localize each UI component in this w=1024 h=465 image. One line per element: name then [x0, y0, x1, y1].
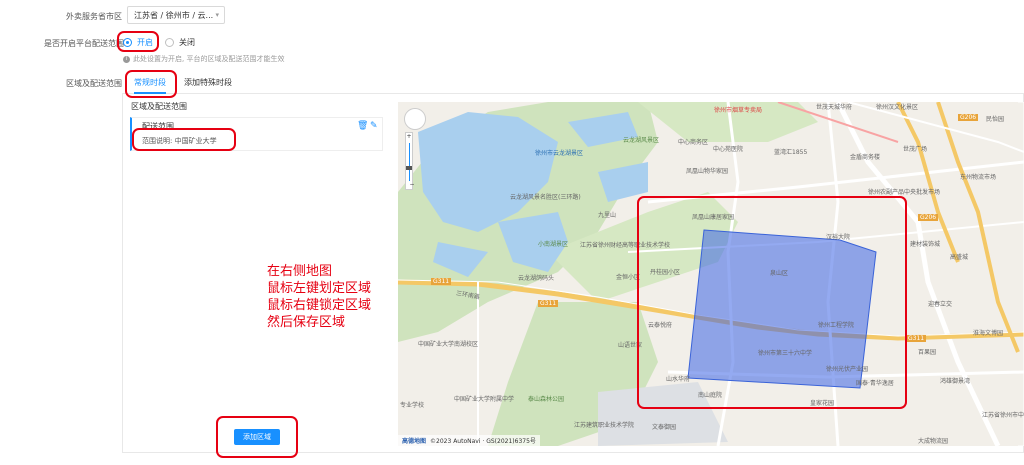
map-label: 江苏省徐州财经高等职业技术学校 — [580, 242, 671, 249]
zoom-out-icon[interactable]: − — [409, 181, 415, 189]
info-icon: i — [123, 55, 130, 63]
map-label: 山语世家 — [618, 342, 643, 349]
region-select-value: 江苏省 / 徐州市 / 云... — [134, 11, 214, 20]
map-label: 中国矿业大学附属中学 — [454, 396, 515, 403]
platform-range-label: 是否开启平台配送范围 — [44, 39, 124, 48]
map-label: 徐州市烟草专卖局 — [714, 107, 763, 114]
map-copyright-text: ©2023 AutoNavi · GS(2021)6375号 — [430, 438, 536, 445]
map-label: 徐州汉文化景区 — [876, 104, 919, 111]
card-desc: 范围说明: 中国矿业大学 — [142, 137, 217, 145]
map-label: 金盾商务楼 — [850, 154, 881, 161]
map-label: 鸿雄御景湾 — [940, 378, 971, 385]
map-label: 小南湖景区 — [538, 241, 569, 248]
map-label: 迎春立交 — [928, 301, 953, 308]
radio-enable-label: 开启 — [137, 38, 153, 47]
tab-special[interactable]: 添加特殊时段 — [184, 72, 232, 94]
map-label: 云龙湖鸽码头 — [518, 275, 555, 282]
area-label: 区域及配送范围 — [66, 79, 122, 88]
map-label: 皇家花园 — [810, 400, 835, 407]
map-label: 中心苑医院 — [713, 146, 744, 153]
map-zoom-control[interactable]: + − — [405, 132, 415, 190]
delete-icon[interactable]: 🗑 — [357, 121, 368, 131]
road-label: G311 — [906, 335, 927, 342]
map-label: 世茂天城华府 — [816, 104, 853, 111]
radio-dot — [165, 38, 174, 47]
map-label: 云龙湖风景区 — [623, 137, 660, 144]
map-label: 云龙湖风景名胜区(三环路) — [510, 194, 581, 201]
zoom-track — [409, 143, 410, 181]
map-label: 徐州市第三十六中学 — [758, 350, 813, 357]
map-label: 百果园 — [918, 349, 937, 356]
road-label: G206 — [958, 114, 979, 121]
map-label: 凤凰山物华家园 — [686, 168, 729, 175]
annotation-line: 鼠标左键划定区域 — [267, 281, 372, 296]
tab-regular[interactable]: 常规时段 — [134, 72, 166, 94]
map-label: 民怡园 — [986, 116, 1005, 123]
map-label: 文泰御园 — [652, 424, 677, 431]
map-label: 江苏建筑职业技术学院 — [574, 422, 635, 429]
map-label: 徐州光伏产业园 — [826, 366, 869, 373]
hint-label: 此处设置为开启, 平台的区域及配送范围才能生效 — [133, 55, 285, 63]
map-label: 云泰悦府 — [648, 322, 673, 329]
map-pan-control[interactable] — [404, 108, 426, 130]
annotation-line: 鼠标右键锁定区域 — [267, 298, 372, 313]
annotation-line: 在右侧地图 — [267, 264, 333, 279]
chevron-down-icon: ▾ — [215, 11, 219, 19]
compass-icon[interactable] — [404, 108, 426, 130]
map-label: 凤凰山康居家园 — [692, 214, 735, 221]
map-label: 建材装饰城 — [910, 241, 941, 248]
map-label: 国泰·青华逸居 — [856, 380, 894, 387]
region-select[interactable]: 江苏省 / 徐州市 / 云... ▾ — [127, 6, 225, 24]
map-label: 汉裕大院 — [826, 234, 851, 241]
map-label: 泉山区 — [770, 270, 789, 277]
road-label: G311 — [538, 300, 559, 307]
map-label: 江苏省徐州市中等专业学校 — [982, 412, 1024, 419]
radio-disable-label: 关闭 — [179, 38, 195, 47]
road-label: G206 — [918, 214, 939, 221]
road-label: G311 — [431, 278, 452, 285]
tab-bar: 常规时段 添加特殊时段 — [122, 72, 1024, 94]
map-copyright: 高德地图 ©2023 AutoNavi · GS(2021)6375号 — [398, 435, 540, 446]
map-label: 高盛城 — [950, 254, 969, 261]
map-label: 南山庭院 — [698, 392, 723, 399]
annotation-line: 然后保存区域 — [267, 315, 346, 330]
map-label: 丹桂园小区 — [650, 269, 681, 276]
map-label: 徐州市云龙湖景区 — [535, 150, 584, 157]
map-label: 专业学校 — [400, 402, 425, 409]
region-label: 外卖服务省市区 — [66, 12, 122, 21]
map-label: 中国矿业大学南湖校区 — [418, 341, 479, 348]
card-title: 配送范围 — [142, 122, 174, 131]
map-label: 金恒小区 — [616, 274, 641, 281]
map-label: 中心商务区 — [678, 139, 709, 146]
map-label: 泰山森林公园 — [528, 396, 565, 403]
map-label: 徐州农副产品中央批发市场 — [868, 189, 941, 196]
hint-text: i 此处设置为开启, 平台的区域及配送范围才能生效 — [123, 54, 284, 64]
edit-icon[interactable]: ✎ — [370, 121, 378, 131]
map[interactable]: + − 徐州市烟草专卖局 世茂天城华府 徐州汉文化景区 民怡园 中心苑医院 蓝湾… — [398, 102, 1024, 446]
instruction-annotation: 在右侧地图 鼠标左键划定区域 鼠标右键锁定区域 然后保存区域 — [267, 263, 371, 331]
map-logo: 高德地图 — [402, 438, 427, 445]
zoom-in-icon[interactable]: + — [406, 133, 412, 141]
map-label: 徐州工程学院 — [818, 322, 855, 329]
add-area-button[interactable]: 添加区域 — [234, 429, 280, 445]
map-label: 山水华府 — [666, 376, 691, 383]
radio-dot — [123, 38, 132, 47]
map-label: 淮海文博园 — [973, 330, 1004, 337]
panel-title: 区域及配送范围 — [131, 102, 187, 111]
map-label: 东州物流市场 — [960, 174, 997, 181]
range-card[interactable]: 配送范围 范围说明: 中国矿业大学 🗑 ✎ — [130, 117, 383, 151]
map-label: 大成物流园 — [918, 438, 949, 445]
map-label: 九里山 — [598, 212, 617, 219]
map-label: 世茂广场 — [903, 146, 928, 153]
radio-disable[interactable]: 关闭 — [165, 37, 195, 48]
radio-enable[interactable]: 开启 — [123, 37, 153, 48]
zoom-knob[interactable] — [406, 166, 412, 170]
map-label: 蓝湾汇1855 — [774, 149, 808, 156]
